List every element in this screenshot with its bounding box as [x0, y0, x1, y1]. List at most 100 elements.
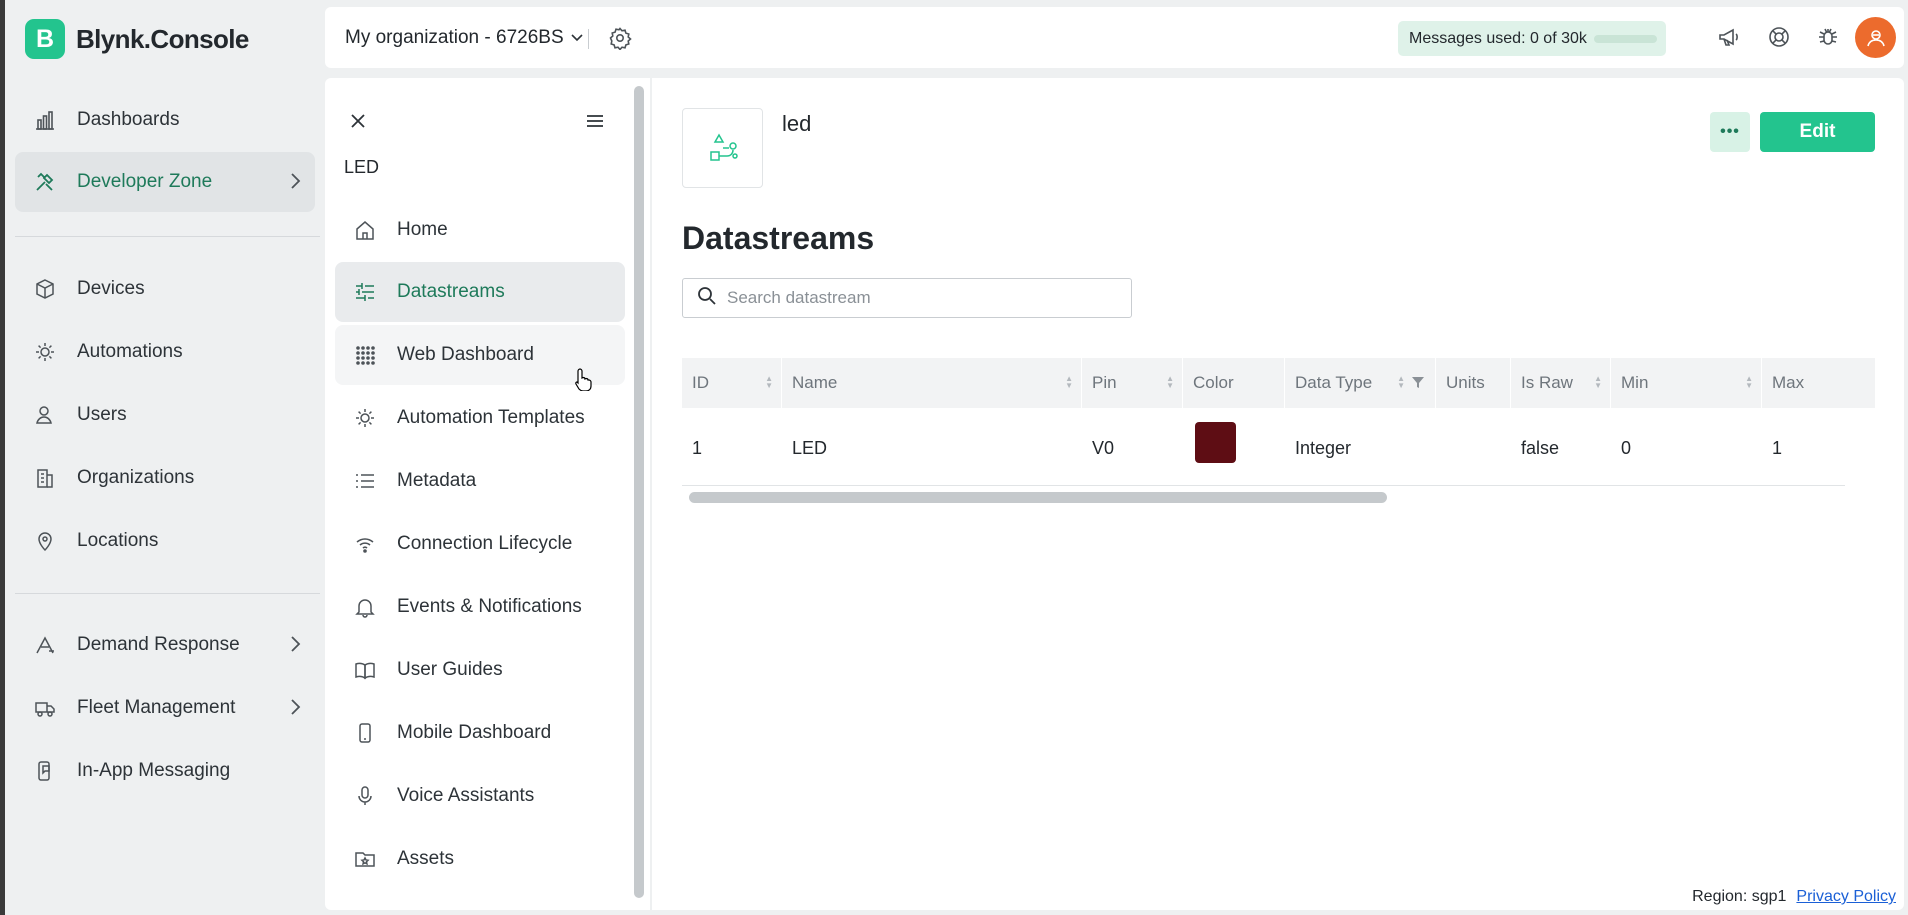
messages-usage[interactable]: Messages used: 0 of 30k: [1398, 21, 1666, 56]
sidebar-item-label: In-App Messaging: [77, 760, 231, 781]
close-icon[interactable]: [348, 111, 368, 136]
panel-item-assets[interactable]: Assets: [335, 829, 625, 889]
filter-icon[interactable]: [1411, 374, 1425, 394]
cell-min: 0: [1621, 438, 1632, 458]
chevron-right-icon: [289, 697, 301, 723]
bar-chart-icon: [33, 108, 57, 132]
sidebar-item-organizations[interactable]: Organizations: [15, 448, 315, 508]
column-header-is-raw[interactable]: Is Raw ▲ ▼: [1510, 358, 1610, 408]
table-header: ID ▲ ▼ Name ▲ ▼ Pin ▲ ▼ Color Data Type ▲ ▼: [682, 358, 1875, 408]
hamburger-menu-icon[interactable]: [585, 111, 605, 136]
sidebar-item-label: Demand Response: [77, 634, 240, 655]
sort-icon[interactable]: ▲ ▼: [765, 375, 773, 390]
grid-icon: [353, 343, 377, 367]
panel-item-voice-assistants[interactable]: Voice Assistants: [335, 766, 625, 826]
column-header-id[interactable]: ID ▲ ▼: [682, 358, 781, 408]
automation-sun-icon: [353, 406, 377, 430]
panel-item-connection-lifecycle[interactable]: Connection Lifecycle: [335, 514, 625, 574]
panel-item-label: Automation Templates: [397, 407, 585, 428]
search-input[interactable]: [727, 288, 1127, 308]
panel-item-automation-templates[interactable]: Automation Templates: [335, 388, 625, 448]
sidebar-item-in-app-messaging[interactable]: In-App Messaging: [15, 741, 315, 801]
panel-item-events-notifications[interactable]: Events & Notifications: [335, 577, 625, 637]
sidebar-item-demand-response[interactable]: Demand Response: [15, 615, 315, 675]
column-header-name[interactable]: Name ▲ ▼: [781, 358, 1081, 408]
column-header-units: Units: [1435, 358, 1510, 408]
chevron-right-icon: [289, 634, 301, 660]
divider: [15, 593, 320, 594]
panel-item-metadata[interactable]: Metadata: [335, 451, 625, 511]
book-icon: [353, 658, 377, 682]
truck-icon: [33, 696, 57, 720]
home-icon: [353, 218, 377, 242]
main-sidebar: B Blynk.Console Dashboards Developer Zon…: [5, 0, 325, 915]
sort-icon[interactable]: ▲ ▼: [1594, 375, 1602, 390]
sidebar-item-devices[interactable]: Devices: [15, 259, 315, 319]
cell-data-type: Integer: [1295, 438, 1352, 458]
sidebar-item-dashboards[interactable]: Dashboards: [15, 90, 315, 150]
megaphone-icon[interactable]: [1717, 25, 1741, 54]
automation-sun-icon: [33, 340, 57, 364]
more-options-button[interactable]: •••: [1710, 112, 1750, 152]
tools-icon: [33, 170, 57, 194]
sidebar-item-developer-zone[interactable]: Developer Zone: [15, 152, 315, 212]
list-icon: [353, 469, 377, 493]
panel-item-label: Mobile Dashboard: [397, 722, 552, 743]
bug-icon[interactable]: [1816, 25, 1840, 54]
panel-item-user-guides[interactable]: User Guides: [335, 640, 625, 700]
panel-item-label: Assets: [397, 848, 455, 869]
panel-item-label: Connection Lifecycle: [397, 533, 573, 554]
top-bar: My organization - 6726BS Messages used: …: [325, 7, 1904, 68]
sidebar-item-automations[interactable]: Automations: [15, 322, 315, 382]
demand-response-icon: [33, 633, 57, 657]
sort-icon[interactable]: ▲ ▼: [1397, 375, 1405, 390]
bell-icon: [353, 595, 377, 619]
gear-icon[interactable]: [608, 26, 632, 55]
panel-item-mobile-dashboard[interactable]: Mobile Dashboard: [335, 703, 625, 763]
table-horizontal-scrollbar[interactable]: [689, 492, 1387, 503]
cube-icon: [33, 277, 57, 301]
messages-progress-bar: [1594, 35, 1657, 43]
column-header-min[interactable]: Min ▲ ▼: [1610, 358, 1761, 408]
privacy-policy-link[interactable]: Privacy Policy: [1796, 888, 1896, 906]
sort-icon[interactable]: ▲ ▼: [1745, 375, 1753, 390]
column-header-data-type[interactable]: Data Type ▲ ▼: [1284, 358, 1435, 408]
sidebar-item-users[interactable]: Users: [15, 385, 315, 445]
sidebar-item-fleet-management[interactable]: Fleet Management: [15, 678, 315, 738]
phone-message-icon: [33, 759, 57, 783]
brand[interactable]: B Blynk.Console: [25, 19, 249, 59]
avatar[interactable]: [1855, 17, 1896, 58]
column-header-max[interactable]: Max: [1761, 358, 1875, 408]
sort-icon[interactable]: ▲ ▼: [1166, 375, 1174, 390]
sidebar-item-label: Users: [77, 404, 127, 425]
panel-item-datastreams[interactable]: Datastreams: [335, 262, 625, 322]
location-pin-icon: [33, 529, 57, 553]
column-header-pin[interactable]: Pin ▲ ▼: [1081, 358, 1182, 408]
sidebar-item-label: Locations: [77, 530, 159, 551]
panel-item-label: Web Dashboard: [397, 344, 534, 365]
region-label: Region: sgp1: [1692, 888, 1787, 905]
panel-item-label: Datastreams: [397, 281, 505, 302]
help-lifebuoy-icon[interactable]: [1767, 25, 1791, 54]
cell-id: 1: [692, 438, 703, 458]
panel-item-home[interactable]: Home: [335, 200, 625, 260]
panel-item-label: Voice Assistants: [397, 785, 535, 806]
edit-button[interactable]: Edit: [1760, 112, 1875, 152]
blynk-logo-icon: B: [25, 19, 65, 59]
panel-scrollbar[interactable]: [634, 86, 644, 898]
datastreams-icon: [353, 280, 377, 304]
org-selector[interactable]: My organization - 6726BS: [345, 27, 584, 49]
wifi-icon: [353, 532, 377, 556]
panel-item-label: Events & Notifications: [397, 596, 582, 617]
sidebar-item-locations[interactable]: Locations: [15, 511, 315, 571]
users-icon: [33, 403, 57, 427]
table-row[interactable]: 1 LED V0 Integer false 0 1: [682, 408, 1845, 486]
messages-label: Messages used: 0 of 30k: [1409, 29, 1587, 47]
panel-item-label: Metadata: [397, 470, 477, 491]
cell-max: 1: [1772, 438, 1783, 458]
sort-icon[interactable]: ▲ ▼: [1065, 375, 1073, 390]
search-box[interactable]: [682, 278, 1132, 318]
product-title: LED: [344, 157, 380, 177]
cell-name[interactable]: LED: [792, 438, 827, 459]
product-device-icon: [682, 108, 763, 188]
